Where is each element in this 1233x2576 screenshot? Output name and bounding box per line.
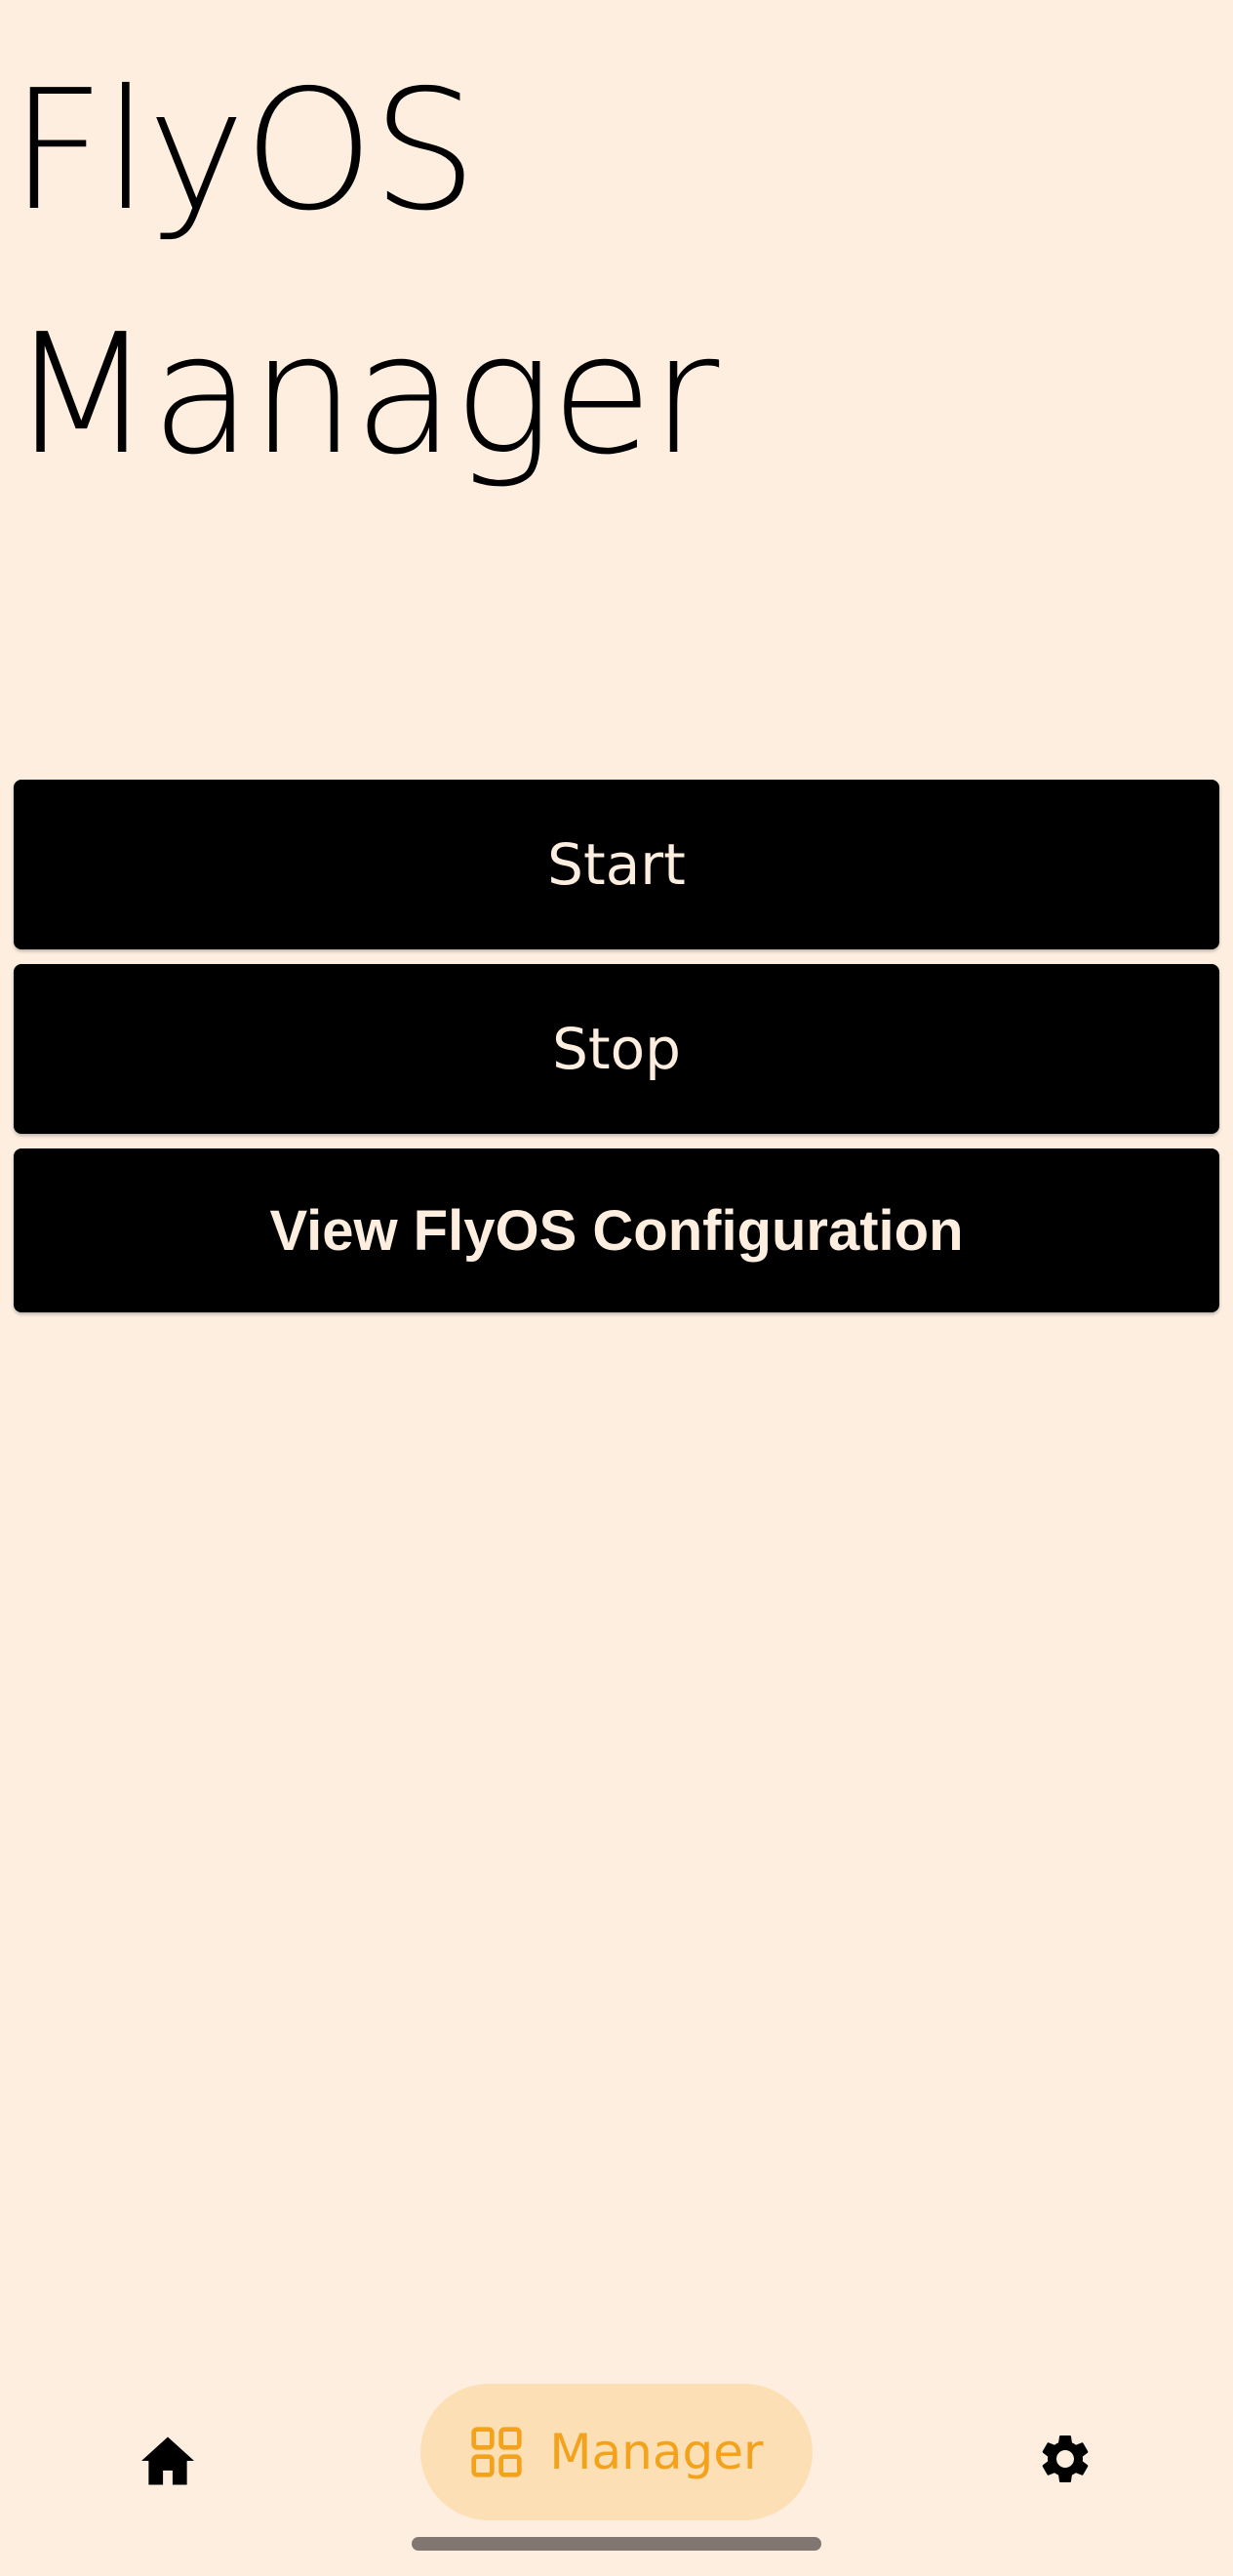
view-configuration-button[interactable]: View FlyOS Configuration (14, 1148, 1219, 1312)
stop-button-label: Stop (552, 1016, 681, 1082)
page-title-line2: Manager (10, 299, 719, 492)
start-button[interactable]: Start (14, 780, 1219, 949)
nav-item-home[interactable] (127, 2420, 209, 2502)
view-configuration-button-label: View FlyOS Configuration (269, 1198, 964, 1263)
page-title: FlyOS Manager (10, 29, 1180, 517)
nav-item-manager[interactable]: Manager (420, 2384, 813, 2520)
nav-item-manager-label: Manager (549, 2424, 764, 2480)
grid-icon (471, 2427, 523, 2477)
home-indicator-bar[interactable] (412, 2537, 821, 2551)
start-button-label: Start (547, 831, 686, 898)
page-title-line1: FlyOS (10, 55, 477, 248)
home-icon (141, 2436, 194, 2485)
gear-icon (1042, 2435, 1089, 2482)
nav-item-settings[interactable] (1024, 2418, 1106, 2500)
stop-button[interactable]: Stop (14, 964, 1219, 1134)
